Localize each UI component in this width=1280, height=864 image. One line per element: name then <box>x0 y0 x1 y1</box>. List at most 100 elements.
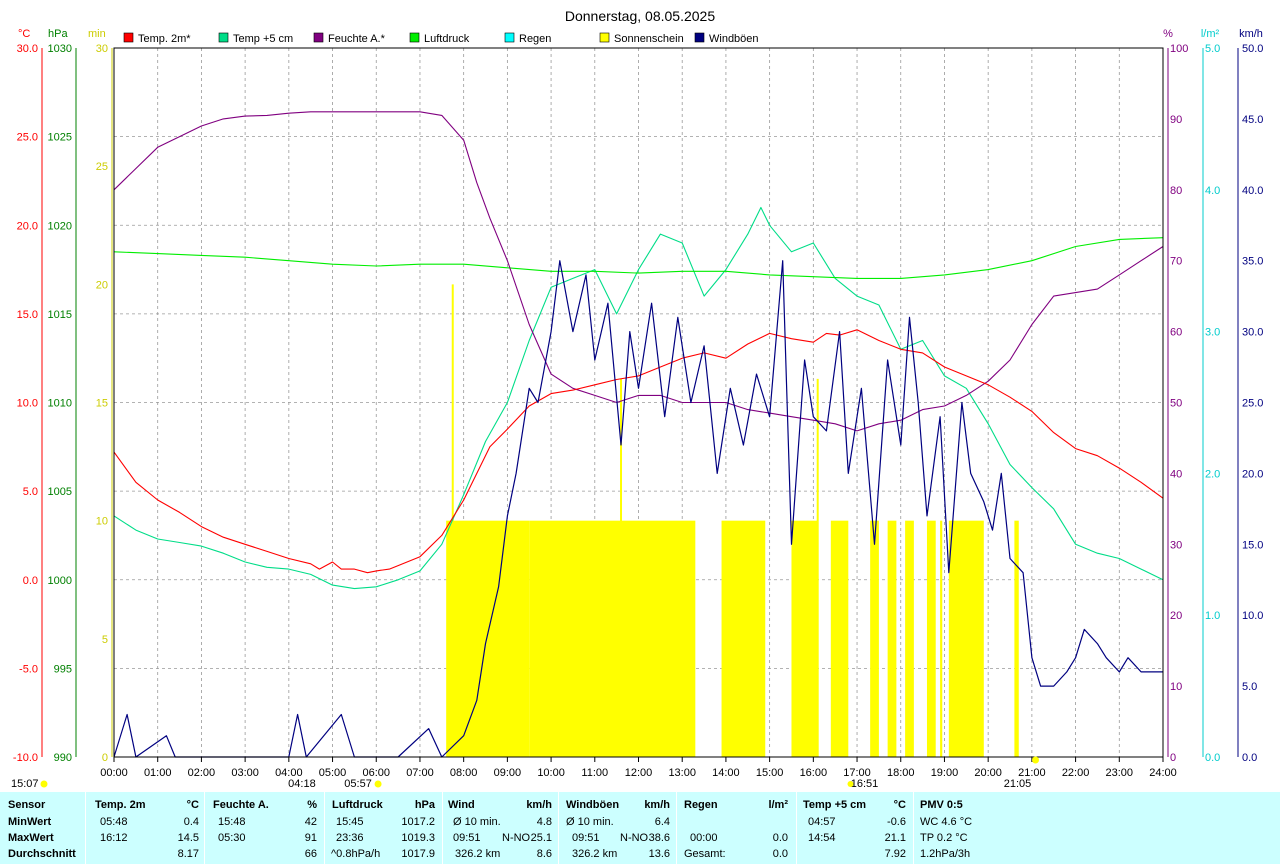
sunshine-bar <box>887 520 897 757</box>
stats-unit-humidity: % <box>307 799 317 811</box>
stats-separator <box>442 792 443 864</box>
legend-label: Sonnenschein <box>614 33 684 45</box>
rain-tick-label: 2.0 <box>1205 468 1220 480</box>
stats-temp2m-avg-val: 8.17 <box>177 848 199 860</box>
stats-unit-temp2m: °C <box>186 799 199 811</box>
legend-swatch <box>218 32 229 43</box>
stats-humidity-max-val: 91 <box>304 832 317 844</box>
legend-label: Windböen <box>709 33 759 45</box>
stats-unit-rain: l/m² <box>768 799 788 811</box>
pressure-tick-label: 1015 <box>48 309 72 321</box>
humidity-tick-label: 80 <box>1170 185 1182 197</box>
pressure-tick-label: 1025 <box>48 132 72 144</box>
dawn-label: 04:18 <box>288 778 316 790</box>
sun-tick-label: 0 <box>102 752 108 764</box>
wind-tick-label: 10.0 <box>1242 610 1263 622</box>
temp-tick-label: 15.0 <box>17 309 38 321</box>
stats-row-avg: Durchschnitt <box>8 848 76 860</box>
humidity-tick-label: 90 <box>1170 114 1182 126</box>
rain-tick-label: 5.0 <box>1205 43 1220 55</box>
chart-title: Donnerstag, 08.05.2025 <box>565 8 715 24</box>
temp-tick-label: 25.0 <box>17 132 38 144</box>
x-tick-label: 01:00 <box>144 767 172 779</box>
x-tick-label: 03:00 <box>231 767 259 779</box>
current-time-label: 15:07 <box>11 778 39 790</box>
x-tick-label: 24:00 <box>1149 767 1177 779</box>
legend-swatch <box>599 32 610 43</box>
wind-tick-label: 45.0 <box>1242 114 1263 126</box>
temp-tick-label: 10.0 <box>17 398 38 410</box>
humidity-tick-label: 0 <box>1170 752 1176 764</box>
stats-unit-pressure: hPa <box>414 799 435 811</box>
stats-unit-gusts: km/h <box>644 799 670 811</box>
stats-pressure-min-val: 1017.2 <box>401 816 435 828</box>
stats-rain-max-val: 0.0 <box>772 832 788 844</box>
legend-label: Temp +5 cm <box>233 33 293 45</box>
sunrise-icon <box>374 780 382 788</box>
sunshine-bar <box>791 520 818 757</box>
humidity-tick-label: 30 <box>1170 539 1182 551</box>
sunshine-bar <box>721 520 766 757</box>
stats-header-wind: Wind <box>448 799 475 811</box>
x-tick-label: 09:00 <box>494 767 522 779</box>
legend: Temp. 2m* Temp +5 cm Feuchte A.* Luftdruck R… <box>123 32 759 45</box>
legend-swatch <box>694 32 705 43</box>
stats-temp2m-max-val: 14.5 <box>177 832 199 844</box>
stats-temp5cm-min-val: -0.6 <box>887 816 906 828</box>
stats-wind-avg-val: 8.6 <box>536 848 552 860</box>
x-tick-label: 20:00 <box>974 767 1002 779</box>
wind-tick-label: 40.0 <box>1242 185 1263 197</box>
rain-tick-label: 4.0 <box>1205 185 1220 197</box>
stats-temp5cm-max-val: 21.1 <box>884 832 906 844</box>
humidity-tick-label: 60 <box>1170 327 1182 339</box>
stats-pmv-min: WC 4.6 °C <box>920 816 973 828</box>
humidity-tick-label: 100 <box>1170 43 1188 55</box>
stats-unit-temp5cm: °C <box>893 799 906 811</box>
x-tick-label: 10:00 <box>537 767 565 779</box>
legend-swatch <box>123 32 134 43</box>
legend-swatch <box>409 32 420 43</box>
sun-tick-label: 25 <box>96 161 108 173</box>
sunshine-bar <box>830 520 849 757</box>
sunshine-bar <box>870 520 879 757</box>
stats-pmv-max: TP 0.2 °C <box>920 832 968 844</box>
sun-tick-label: 10 <box>96 516 108 528</box>
rain-tick-label: 3.0 <box>1205 327 1220 339</box>
sunshine-bar <box>940 520 943 757</box>
sun-tick-label: 30 <box>96 43 108 55</box>
stats-humidity-avg-val: 66 <box>304 848 317 860</box>
pressure-tick-label: 1010 <box>48 398 72 410</box>
sunset-icon <box>847 781 854 787</box>
legend-swatch <box>504 32 515 43</box>
stats-row-max: MaxWert <box>8 832 54 844</box>
stats-header-pmv: PMV 0:5 <box>920 799 963 811</box>
x-tick-label: 16:00 <box>800 767 828 779</box>
pressure-tick-label: 1020 <box>48 220 72 232</box>
stats-gusts-min-val: 6.4 <box>654 816 670 828</box>
humidity-tick-label: 50 <box>1170 398 1182 410</box>
stats-rain-avg-val: 0.0 <box>772 848 788 860</box>
x-tick-label: 11:00 <box>581 767 608 779</box>
stats-pressure-max-val: 1019.3 <box>401 832 435 844</box>
stats-separator <box>796 792 797 864</box>
temp-tick-label: 20.0 <box>17 220 38 232</box>
dusk-label: 21:05 <box>1004 778 1032 790</box>
sunshine-bar <box>446 520 530 757</box>
rain-tick-label: 0.0 <box>1205 752 1220 764</box>
sun-icon <box>40 780 48 788</box>
x-tick-label: 18:00 <box>887 767 915 779</box>
x-tick-label: 12:00 <box>625 767 653 779</box>
wind-tick-label: 50.0 <box>1242 43 1263 55</box>
stats-separator <box>913 792 914 864</box>
x-tick-label: 00:00 <box>100 767 128 779</box>
wind-tick-label: 25.0 <box>1242 398 1263 410</box>
stats-header-sensor: Sensor <box>8 799 46 811</box>
temp-tick-label: -5.0 <box>19 663 38 675</box>
humidity-tick-label: 20 <box>1170 610 1182 622</box>
wind-axis-unit: km/h <box>1239 28 1263 40</box>
pressure-tick-label: 1030 <box>48 43 72 55</box>
x-tick-label: 02:00 <box>188 767 216 779</box>
legend-label: Temp. 2m* <box>138 33 191 45</box>
stats-separator <box>204 792 205 864</box>
sun-tick-label: 20 <box>96 279 108 291</box>
